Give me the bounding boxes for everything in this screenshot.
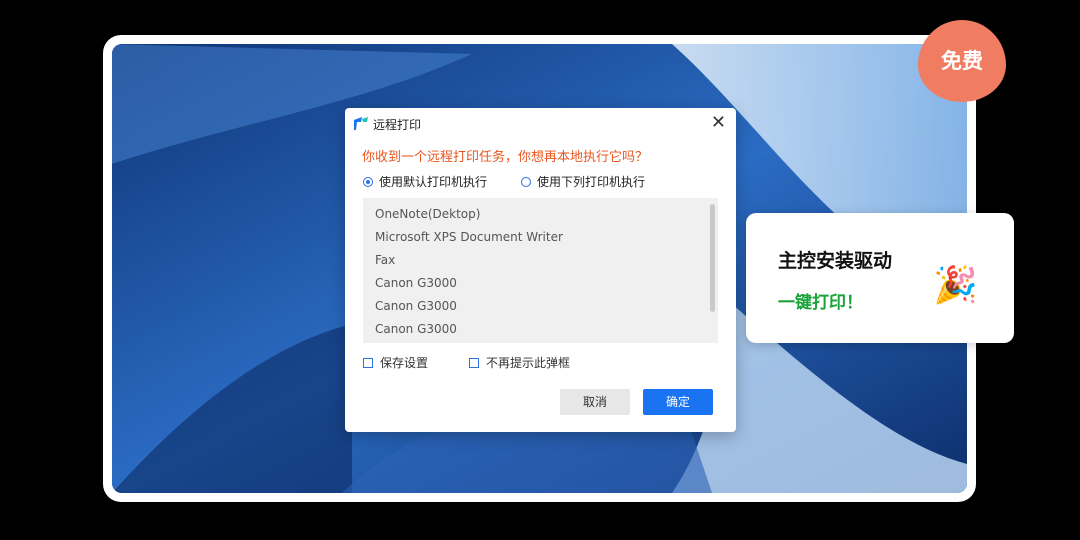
free-badge: 免费 bbox=[918, 20, 1006, 102]
list-item[interactable]: Canon G3000 bbox=[363, 318, 718, 341]
list-item[interactable]: Canon G3000 bbox=[363, 272, 718, 295]
save-settings-label: 保存设置 bbox=[380, 356, 429, 370]
promo-subtitle: 一键打印！ bbox=[778, 293, 863, 313]
remote-print-dialog: 远程打印 ✕ 你收到一个远程打印任务，你想再本地执行它吗？ 使用默认打印机执行 … bbox=[345, 108, 736, 432]
list-item[interactable]: Microsoft XPS Document Writer bbox=[363, 226, 718, 249]
radio-unselected-icon[interactable] bbox=[521, 176, 531, 187]
dialog-title: 远程打印 bbox=[373, 118, 422, 132]
promo-title: 主控安装驱动 bbox=[778, 250, 893, 272]
no-prompt-checkbox[interactable]: 不再提示此弹框 bbox=[469, 354, 570, 371]
radio-selected-icon[interactable] bbox=[363, 176, 373, 187]
radio-default-printer[interactable]: 使用默认打印机执行 bbox=[363, 173, 487, 190]
checkbox-icon[interactable] bbox=[469, 357, 479, 368]
party-popper-icon: 🎉 bbox=[933, 265, 978, 306]
promo-card: 主控安装驱动 一键打印！ 🎉 bbox=[746, 213, 1014, 343]
remote-print-app-icon bbox=[354, 117, 368, 130]
radio-default-label: 使用默认打印机执行 bbox=[379, 175, 488, 189]
no-prompt-label: 不再提示此弹框 bbox=[486, 356, 571, 370]
list-item[interactable]: Canon G3000 bbox=[363, 295, 718, 318]
ok-button[interactable]: 确定 bbox=[643, 389, 713, 415]
cancel-button[interactable]: 取消 bbox=[560, 389, 630, 415]
radio-list-printer[interactable]: 使用下列打印机执行 bbox=[521, 173, 645, 190]
free-badge-text: 免费 bbox=[941, 49, 983, 73]
radio-list-label: 使用下列打印机执行 bbox=[537, 175, 646, 189]
printer-list[interactable]: OneNote(Dektop) Microsoft XPS Document W… bbox=[363, 198, 718, 343]
checkbox-icon[interactable] bbox=[363, 357, 373, 368]
list-scrollbar[interactable] bbox=[710, 204, 715, 312]
close-icon[interactable]: ✕ bbox=[711, 112, 726, 134]
save-settings-checkbox[interactable]: 保存设置 bbox=[363, 354, 428, 371]
list-item[interactable]: Fax bbox=[363, 249, 718, 272]
remote-print-question: 你收到一个远程打印任务，你想再本地执行它吗？ bbox=[362, 150, 649, 165]
list-item[interactable]: OneNote(Dektop) bbox=[363, 203, 718, 226]
